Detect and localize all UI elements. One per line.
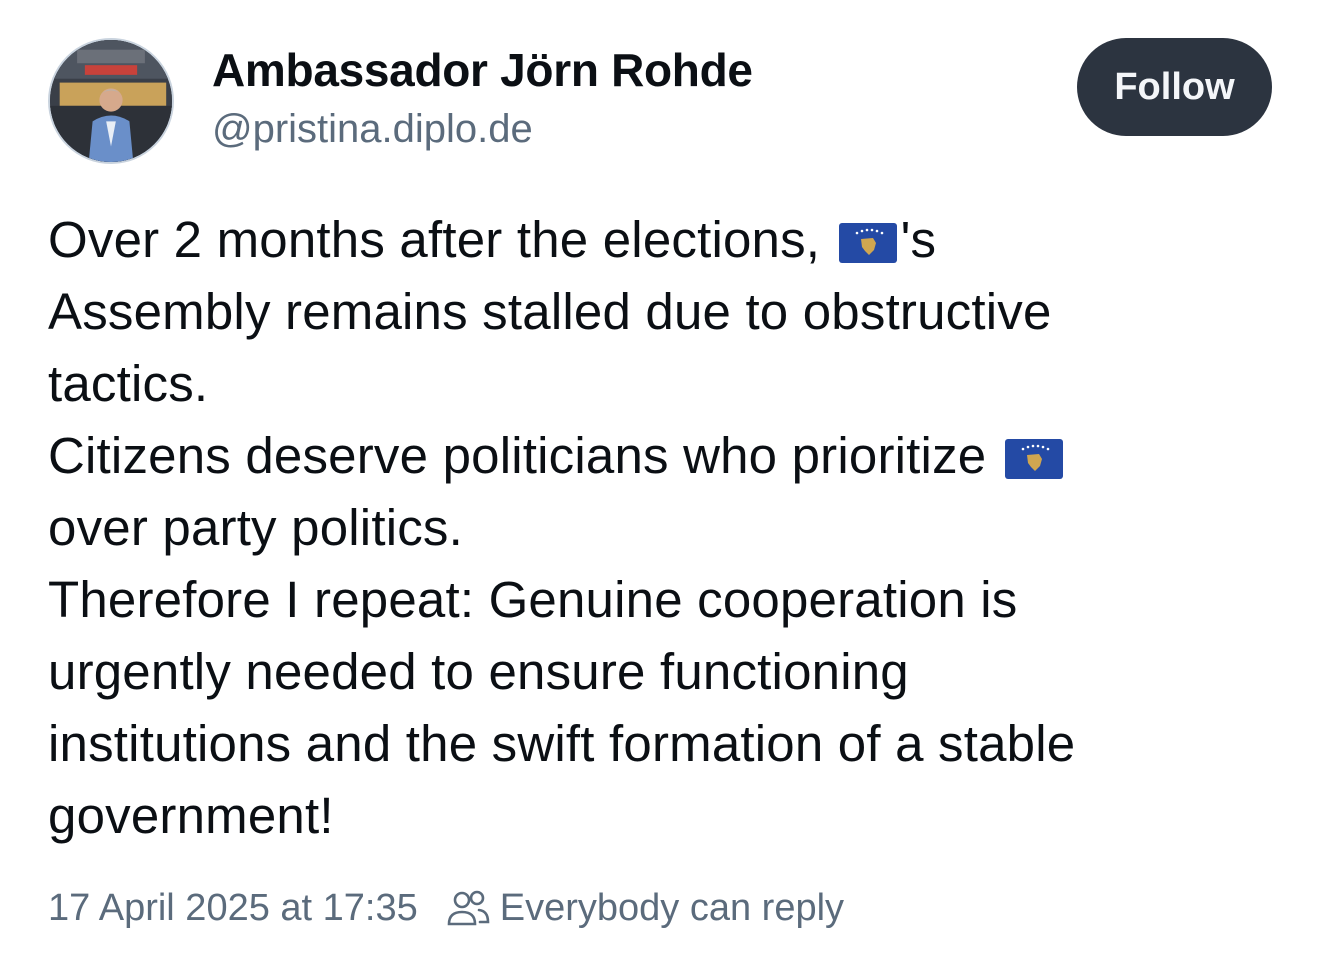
post-text: Over 2 months after the elections, 's As…: [48, 204, 1288, 852]
post-text-line: Assembly remains stalled due to obstruct…: [48, 283, 1052, 340]
text-segment: 's: [900, 211, 937, 268]
post-card: Ambassador Jörn Rohde @pristina.diplo.de…: [0, 0, 1320, 963]
kosovo-flag-icon: [1004, 439, 1063, 479]
display-name[interactable]: Ambassador Jörn Rohde: [212, 42, 753, 98]
avatar[interactable]: [48, 38, 174, 164]
author-block: Ambassador Jörn Rohde @pristina.diplo.de: [212, 42, 753, 154]
post-text-line: urgently needed to ensure functioning: [48, 643, 909, 700]
handle[interactable]: @pristina.diplo.de: [212, 104, 753, 154]
post-text-line: institutions and the swift formation of …: [48, 715, 1076, 772]
post-text-line: tactics.: [48, 355, 209, 412]
post-text-line: Over 2 months after the elections, 's: [48, 204, 1288, 276]
kosovo-flag-icon: [838, 223, 897, 263]
avatar-photo: [50, 40, 172, 162]
post-text-line: Citizens deserve politicians who priorit…: [48, 420, 1288, 492]
reply-setting[interactable]: Everybody can reply: [500, 887, 844, 930]
post-text-line: Therefore I repeat: Genuine cooperation …: [48, 571, 1018, 628]
post-text-line: government!: [48, 787, 334, 844]
post-text-line: over party politics.: [48, 499, 463, 556]
text-segment: Citizens deserve politicians who priorit…: [48, 427, 987, 484]
post-meta: 17 April 2025 at 17:35 Everybody can rep…: [48, 882, 844, 934]
text-segment: Over 2 months after the elections,: [48, 211, 821, 268]
people-icon: [446, 888, 490, 928]
timestamp[interactable]: 17 April 2025 at 17:35: [48, 887, 418, 930]
follow-button[interactable]: Follow: [1077, 38, 1272, 136]
